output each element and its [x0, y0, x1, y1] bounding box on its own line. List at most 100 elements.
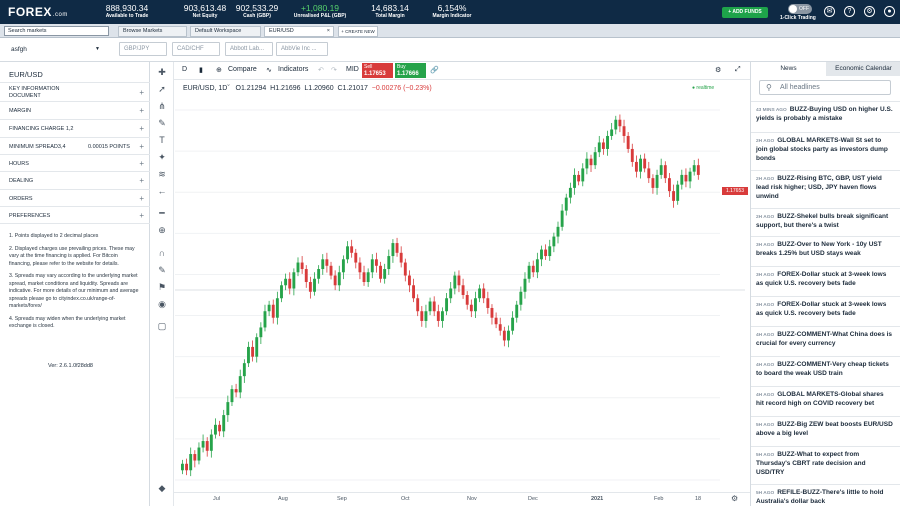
candle [300, 262, 304, 270]
pitchfork-icon[interactable]: ⋔ [156, 100, 168, 112]
candle [181, 463, 184, 471]
news-item[interactable]: 4H AGO BUZZ-COMMENT-Very cheap tickets to… [751, 356, 900, 386]
chat-icon[interactable]: ✉ [824, 6, 835, 17]
price-chart[interactable] [175, 80, 745, 492]
news-item[interactable]: 43 MINS AGO BUZZ-Buying USD on higher U.S… [751, 101, 900, 132]
compare-icon[interactable]: ⊕ [216, 66, 222, 74]
news-item[interactable]: 3H AGO FOREX-Dollar stuck at 3-week lows … [751, 296, 900, 326]
ruler-icon[interactable]: ━ [156, 207, 168, 219]
candle [568, 187, 572, 198]
candle [296, 262, 300, 273]
axis-settings-icon[interactable]: ⚙ [731, 494, 738, 503]
info-row-dealing[interactable]: DEALING + [0, 171, 150, 189]
news-item[interactable]: 2H AGO GLOBAL MARKETS-Wall St set to join… [751, 132, 900, 170]
market-chip[interactable]: AbbVie Inc ... [276, 42, 328, 56]
news-item[interactable]: 2H AGO BUZZ-Shekel bulls break significan… [751, 208, 900, 236]
market-chip[interactable]: GBP/JPY [119, 42, 167, 56]
arrow-left-icon[interactable]: ← [156, 185, 168, 197]
news-item[interactable]: 4H AGO BUZZ-COMMENT-What China does is cr… [751, 326, 900, 356]
news-item[interactable]: 2H AGO BUZZ-Rising BTC, GBP, UST yield le… [751, 170, 900, 208]
candle [589, 158, 593, 166]
compare-button[interactable]: Compare [228, 66, 257, 73]
tab-default-workspace[interactable]: Default Workspace [190, 26, 261, 37]
lock-drawing-icon[interactable]: ✎ [156, 264, 168, 276]
tab-eurusd[interactable]: EUR/USD × [264, 26, 334, 37]
one-click-toggle[interactable]: OFF [788, 4, 812, 14]
undo-icon[interactable]: ↶ [318, 66, 324, 74]
candle [395, 243, 399, 253]
info-row-preferences[interactable]: PREFERENCES + [0, 206, 150, 224]
tab-news[interactable]: News [751, 62, 826, 76]
candle [350, 246, 354, 253]
footnote: 1. Points displayed to 2 decimal places [9, 233, 99, 239]
news-item[interactable]: 5H AGO BUZZ-Big ZEW beat boosts EUR/USD a… [751, 416, 900, 446]
text-icon[interactable]: T [156, 134, 168, 146]
trash-icon[interactable]: ▢ [156, 320, 168, 332]
lock-icon[interactable]: ⚑ [156, 281, 168, 293]
candle [185, 463, 189, 471]
link-icon[interactable]: 🔗 [430, 66, 439, 74]
indicators-button[interactable]: Indicators [278, 66, 308, 73]
chevron-down-icon[interactable]: ▼ [95, 46, 100, 52]
price-type-label[interactable]: MID [346, 66, 359, 73]
candle [218, 424, 222, 432]
tab-economic-calendar[interactable]: Economic Calendar [826, 62, 900, 76]
zoom-in-icon[interactable]: ⊕ [156, 224, 168, 236]
crosshair-icon[interactable]: ✚ [156, 66, 168, 78]
brand-logo[interactable]: FOREX.com [8, 5, 68, 19]
sell-button[interactable]: Sell 1.17653 [362, 63, 393, 78]
info-row-min-spread[interactable]: MINIMUM SPREAD3,4 0.00015 POINTS + [0, 137, 150, 154]
news-item[interactable]: 5H AGO BUZZ-What to expect from Thursday'… [751, 446, 900, 484]
candle [593, 152, 597, 166]
x-tick: Dec [528, 496, 538, 502]
news-item[interactable]: 4H AGO GLOBAL MARKETS-Global shares hit r… [751, 386, 900, 416]
candle [469, 304, 473, 312]
redo-icon[interactable]: ↷ [331, 66, 337, 74]
info-row-financing[interactable]: FINANCING CHARGE 1,2 + [0, 119, 150, 137]
info-row-orders[interactable]: ORDERS + [0, 189, 150, 206]
tab-browse-markets[interactable]: Browse Markets [118, 26, 187, 37]
brush-icon[interactable]: ✎ [156, 117, 168, 129]
trend-line-icon[interactable]: ➚ [156, 83, 168, 95]
candle [601, 142, 605, 149]
pattern-icon[interactable]: ✦ [156, 151, 168, 163]
create-new-button[interactable]: + CREATE NEW [338, 26, 378, 37]
headline-search-input[interactable]: ⚲ All headlines [759, 80, 891, 95]
fullscreen-icon[interactable]: ⤢ [735, 66, 741, 74]
candle [659, 165, 663, 175]
info-row-margin[interactable]: MARGIN + [0, 101, 150, 119]
news-item[interactable]: 3H AGO BUZZ-Over to New York - 10y UST br… [751, 236, 900, 266]
candle [313, 278, 316, 292]
add-funds-button[interactable]: + ADD FUNDS [722, 7, 768, 18]
candles-icon[interactable]: ▮ [199, 66, 203, 74]
candle [465, 295, 469, 305]
candle [672, 191, 675, 201]
layers-icon[interactable]: ◆ [156, 482, 168, 494]
candle [449, 288, 453, 299]
close-tab-icon[interactable]: × [327, 27, 330, 36]
search-markets-input[interactable]: Search markets [4, 26, 109, 36]
info-row-kid[interactable]: KEY INFORMATION DOCUMENT + [0, 82, 150, 101]
user-icon[interactable]: ● [884, 6, 895, 17]
help-icon[interactable]: ? [844, 6, 855, 17]
info-row-hours[interactable]: HOURS + [0, 154, 150, 171]
account-selector[interactable]: asfgh [11, 46, 27, 53]
news-item[interactable]: 3H AGO FOREX-Dollar stuck at 3-week lows … [751, 266, 900, 296]
buy-button[interactable]: Buy 1.17666 [395, 63, 426, 78]
eye-icon[interactable]: ◉ [156, 298, 168, 310]
market-chip[interactable]: Abbott Lab... [225, 42, 273, 56]
news-item[interactable]: 5H AGO REFILE-BUZZ-There's little to hold… [751, 484, 900, 514]
candle [556, 226, 560, 237]
chart-settings-icon[interactable]: ⚙ [715, 66, 721, 74]
candle [412, 285, 415, 299]
candle [614, 119, 618, 130]
candle [288, 278, 292, 289]
interval-selector[interactable]: D [182, 66, 187, 73]
prediction-icon[interactable]: ≋ [156, 168, 168, 180]
indicators-icon[interactable]: ∿ [266, 66, 272, 74]
candle [523, 278, 527, 292]
magnet-icon[interactable]: ∩ [156, 247, 168, 259]
settings-icon[interactable]: ⚙ [864, 6, 875, 17]
market-chip[interactable]: CAD/CHF [172, 42, 220, 56]
time-axis: Jul Aug Sep Oct Nov Dec 2021 Feb 18 ⚙ [174, 492, 750, 506]
